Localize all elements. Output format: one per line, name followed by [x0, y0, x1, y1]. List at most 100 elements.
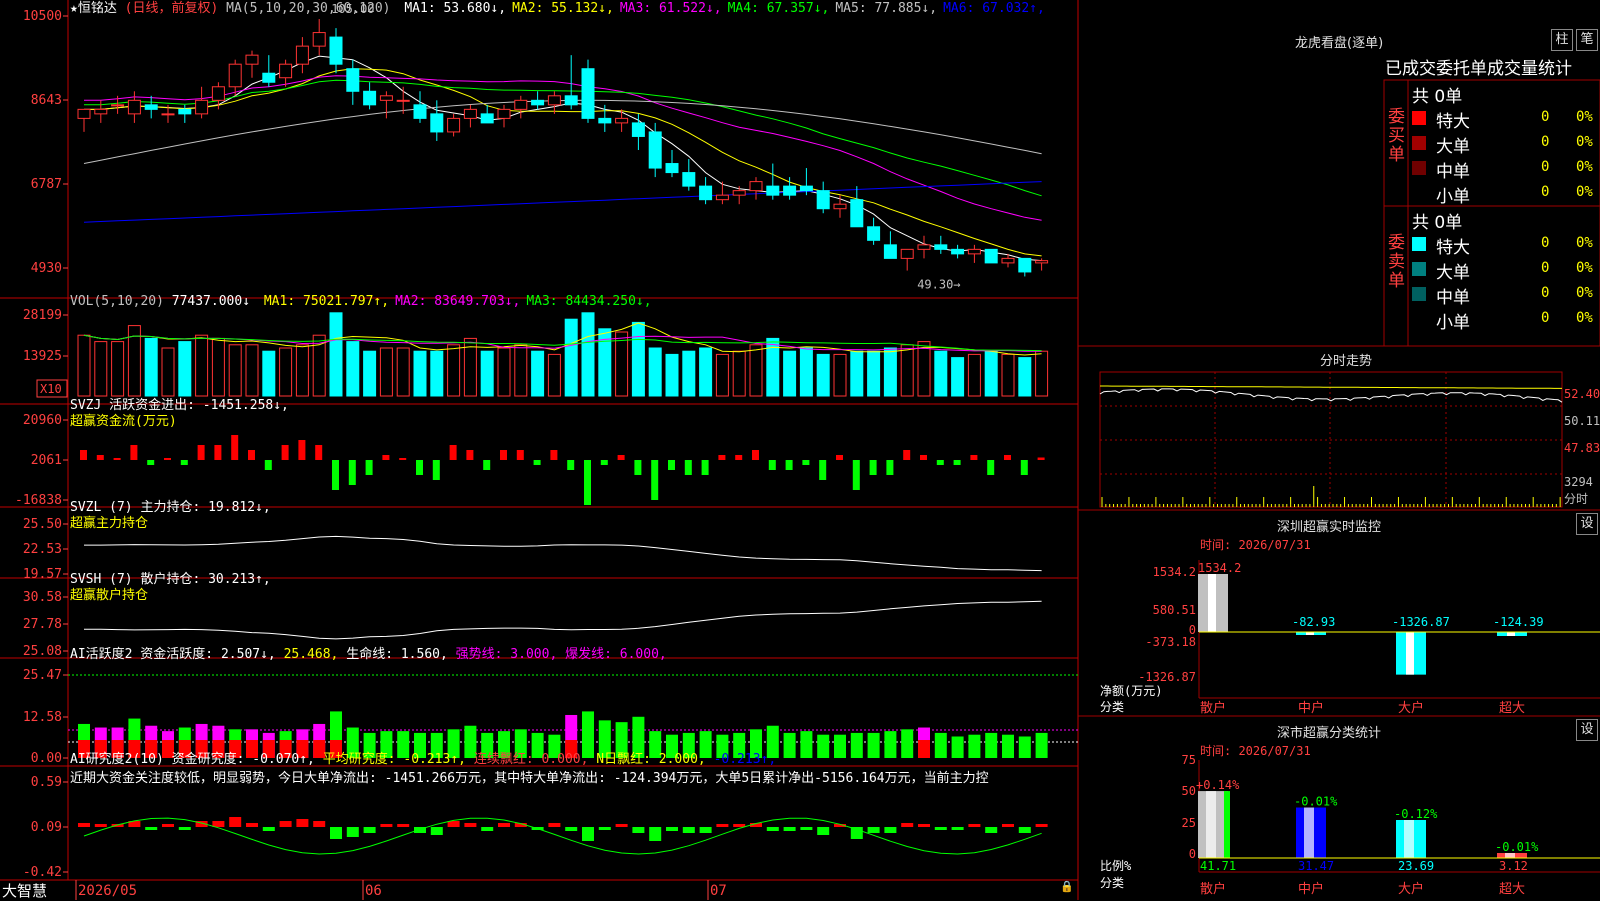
- x-axis-label: 07: [710, 883, 727, 899]
- activity-bar: [800, 731, 813, 758]
- svzj-header: SVZJ 活跃资金进出: -1451.258↓, 超赢资金流(万元): [70, 398, 289, 430]
- svzj-bar: [550, 450, 558, 460]
- ma-value-ma4: MA4: 67.357↓,: [727, 1, 830, 16]
- stock-name[interactable]: ★恒铭达: [70, 1, 117, 16]
- volume-bar: [917, 341, 931, 397]
- svzl-subtitle: 超赢主力持仓: [70, 516, 149, 531]
- ai-research-title: AI研究度2(10) 资金研究度: -0.070↑,: [70, 752, 315, 767]
- candle: [732, 190, 746, 196]
- class-y-label: 25: [1182, 816, 1196, 830]
- monitor-category: 中户: [1298, 700, 1324, 716]
- buy-swatch: [1412, 111, 1426, 125]
- candle: [514, 99, 528, 110]
- class-value: 23.69: [1398, 859, 1434, 873]
- svzj-bar: [298, 440, 306, 460]
- sz-monitor-settings-button[interactable]: 设: [1576, 513, 1598, 535]
- svzj-title: SVZJ 活跃资金进出: -1451.258↓,: [70, 398, 289, 413]
- candle: [715, 194, 729, 201]
- tab-tick[interactable]: 笔: [1576, 29, 1598, 51]
- svzj-bar: [1020, 460, 1028, 475]
- candle: [799, 185, 813, 192]
- candle: [161, 113, 175, 116]
- class-change: +0.14%: [1196, 778, 1240, 792]
- ma-value-ma3: MA3: 61.522↓,: [619, 1, 722, 16]
- ma3-line: [84, 75, 1042, 221]
- intraday-y-label: 50.11: [1564, 414, 1600, 428]
- candle: [581, 68, 595, 119]
- candle: [850, 199, 864, 228]
- volume-bar: [363, 350, 377, 397]
- price-y-label: 10500: [23, 9, 62, 24]
- volume-bar: [615, 331, 629, 397]
- svzj-bar: [214, 445, 222, 460]
- class-category: 中户: [1298, 881, 1324, 897]
- svzj-bar: [130, 445, 138, 460]
- buy-row-count: 0: [1541, 134, 1550, 150]
- monitor-value: -1326.87: [1392, 615, 1450, 629]
- research-bar: [145, 827, 158, 830]
- price-y-label: 8643: [31, 93, 62, 108]
- svzl-y-label: 22.53: [23, 542, 62, 557]
- ai-research-commentary: 近期大资金关注度较低，明显弱势，今日大单净流出: -1451.266万元，其中特…: [70, 771, 989, 786]
- volume-bar: [732, 350, 746, 397]
- research-bar: [733, 824, 746, 827]
- vol-ma-value-ma3: MA3: 84434.250↓,: [526, 294, 652, 309]
- svzj-bar: [1004, 455, 1011, 460]
- activity-bar: [834, 734, 846, 758]
- research-bar: [817, 827, 830, 835]
- class-category: 超大: [1499, 882, 1525, 897]
- activity-bar: [582, 711, 594, 758]
- price-y-label: 4930: [31, 261, 62, 276]
- sell-row-name: 大单: [1436, 263, 1470, 283]
- candle: [682, 172, 696, 187]
- research-bar: [598, 827, 611, 830]
- ai-research-y-label: 0.59: [31, 775, 62, 790]
- sell-row-name: 特大: [1436, 238, 1470, 258]
- volume-bar: [951, 357, 965, 397]
- research-bar: [867, 827, 880, 833]
- svzj-bar: [483, 460, 491, 470]
- svzj-bar: [500, 450, 507, 460]
- volume-bar: [262, 350, 276, 397]
- activity-bar: [1018, 736, 1031, 758]
- class-y-label: 0: [1189, 847, 1196, 861]
- research-bar: [1035, 824, 1048, 827]
- activity-bar: [850, 732, 863, 758]
- monitor-category: 大户: [1398, 700, 1424, 716]
- volume-bar: [1018, 357, 1032, 397]
- tab-bar[interactable]: 柱: [1551, 29, 1573, 51]
- research-bar: [229, 817, 242, 827]
- svzj-bar: [836, 455, 843, 460]
- candle: [396, 99, 410, 102]
- candle: [463, 108, 477, 119]
- candle: [245, 54, 259, 65]
- buy-row-name: 中单: [1436, 162, 1470, 182]
- candle: [379, 95, 393, 101]
- candle: [951, 248, 965, 255]
- sz-class-settings-button[interactable]: 设: [1576, 719, 1598, 741]
- sell-swatch: [1412, 237, 1426, 251]
- svzj-bar: [264, 460, 272, 470]
- lock-icon[interactable]: 🔒: [1060, 880, 1074, 893]
- candle: [783, 185, 797, 196]
- buy-row-pct: 0%: [1576, 109, 1593, 125]
- ai-active-lifeline: 生命线: 1.560,: [346, 647, 448, 662]
- ai-active-burst: 爆发线: 6.000,: [565, 647, 667, 662]
- volume-bar: [447, 344, 461, 397]
- candle: [329, 36, 343, 65]
- candle: [363, 90, 377, 106]
- buy-row-name: 特大: [1436, 112, 1470, 132]
- sell-swatch: [1412, 262, 1426, 276]
- volume-bar: [94, 341, 108, 397]
- candle: [648, 131, 662, 169]
- monitor-bar-highlight: [1507, 632, 1515, 636]
- svzj-bar: [987, 460, 995, 475]
- svzl-y-label: 25.50: [23, 517, 62, 532]
- volume-bar: [480, 350, 494, 397]
- monitor-value: -82.93: [1292, 615, 1335, 629]
- candle: [346, 68, 360, 92]
- candle: [766, 185, 780, 196]
- volume-bar: [867, 350, 881, 397]
- sell-label: 委卖单: [1388, 233, 1405, 291]
- svzl-line: [84, 535, 1042, 572]
